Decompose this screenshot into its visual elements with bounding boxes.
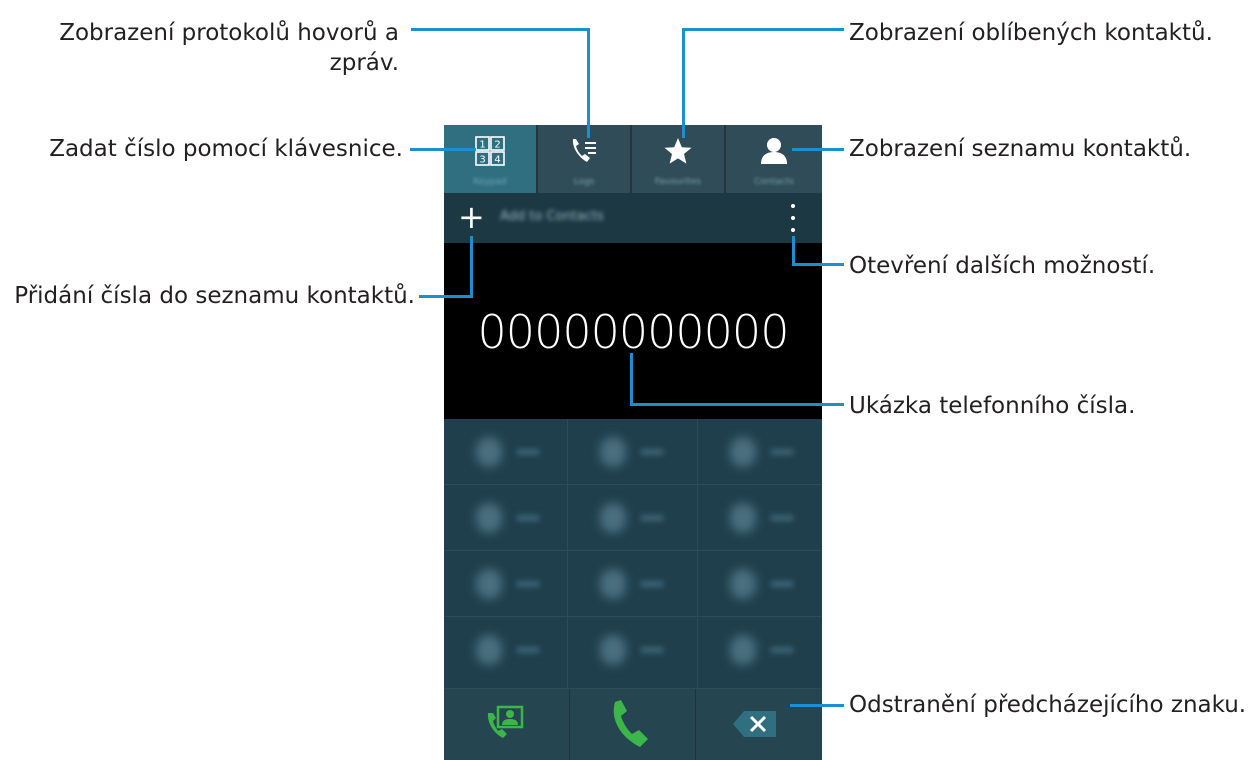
add-contact-label: Add to Contacts	[500, 209, 604, 224]
callout-call-logs: Zobrazení protokolů hovorů a zpráv.	[59, 18, 399, 78]
contact-card-icon	[487, 705, 524, 738]
key-0[interactable]	[568, 617, 698, 689]
key-9[interactable]	[698, 551, 822, 617]
callout-favorites: Zobrazení oblíbených kontaktů.	[849, 20, 1213, 46]
tab-favorites-label: Favourites	[654, 177, 702, 187]
phone-icon	[613, 700, 648, 747]
key-1[interactable]	[444, 419, 568, 485]
phone-number: 00000000000	[477, 305, 790, 359]
leader-line-keypad	[410, 148, 476, 151]
call-logs-icon	[572, 139, 596, 162]
tab-keypad[interactable]: 1 2 3 4 Keypad	[444, 125, 538, 193]
svg-text:1: 1	[479, 140, 485, 151]
more-options-icon[interactable]	[790, 203, 796, 233]
callout-contacts: Zobrazení seznamu kontaktů.	[849, 136, 1192, 162]
dial-keypad	[444, 419, 822, 689]
key-4[interactable]	[444, 485, 568, 551]
callout-call-logs-line2: zpráv.	[329, 50, 399, 76]
svg-text:4: 4	[494, 155, 500, 166]
key-5[interactable]	[568, 485, 698, 551]
leader-line-number-v	[630, 353, 633, 406]
tab-bar: 1 2 3 4 Keypad Logs Favourites Contacts	[444, 125, 822, 193]
callout-keypad: Zadat číslo pomocí klávesnice.	[49, 136, 403, 162]
leader-line-more-options-v	[792, 236, 795, 266]
key-6[interactable]	[698, 485, 822, 551]
key-star[interactable]	[444, 617, 568, 689]
callout-call-logs-line1: Zobrazení protokolů hovorů a	[59, 20, 399, 46]
star-icon	[664, 138, 692, 164]
callout-delete-char: Odstranění předcházejícího znaku.	[849, 692, 1247, 718]
callout-more-options: Otevření dalších možností.	[849, 253, 1156, 279]
tab-logs[interactable]: Logs	[538, 125, 632, 193]
bottom-bar	[444, 689, 822, 760]
video-call-button[interactable]	[444, 689, 570, 760]
leader-line-call-logs-v	[587, 28, 590, 138]
tab-keypad-label: Keypad	[473, 177, 507, 187]
callout-number-preview: Ukázka telefonního čísla.	[849, 393, 1136, 419]
svg-text:2: 2	[494, 140, 500, 151]
tab-contacts[interactable]: Contacts	[726, 125, 822, 193]
key-2[interactable]	[568, 419, 698, 485]
phone-screen: 1 2 3 4 Keypad Logs Favourites Contacts …	[444, 125, 822, 760]
call-button[interactable]	[570, 689, 696, 760]
keypad-icon: 1 2 3 4	[475, 136, 505, 166]
key-3[interactable]	[698, 419, 822, 485]
leader-line-add-contact-v	[470, 236, 473, 298]
number-display: 00000000000	[444, 243, 822, 419]
leader-line-add-contact-h	[419, 295, 473, 298]
leader-line-more-options-h	[792, 263, 844, 266]
svg-text:3: 3	[479, 155, 485, 166]
callout-add-contact: Přidání čísla do seznamu kontaktů.	[14, 283, 415, 309]
leader-line-number-h	[630, 403, 844, 406]
leader-line-favorites-v	[682, 28, 685, 138]
delete-button[interactable]	[696, 689, 822, 760]
person-icon	[761, 138, 787, 164]
backspace-icon	[733, 711, 776, 737]
leader-line-delete	[790, 704, 844, 707]
key-hash[interactable]	[698, 617, 822, 689]
add-contact-button[interactable]: +	[458, 199, 485, 235]
leader-line-call-logs-h	[411, 28, 590, 31]
tab-favorites[interactable]: Favourites	[632, 125, 726, 193]
key-8[interactable]	[568, 551, 698, 617]
key-7[interactable]	[444, 551, 568, 617]
leader-line-contacts	[792, 148, 844, 151]
tab-logs-label: Logs	[573, 177, 595, 187]
leader-line-favorites-h	[682, 28, 844, 31]
action-bar: + Add to Contacts	[444, 193, 822, 243]
tab-contacts-label: Contacts	[754, 177, 794, 187]
